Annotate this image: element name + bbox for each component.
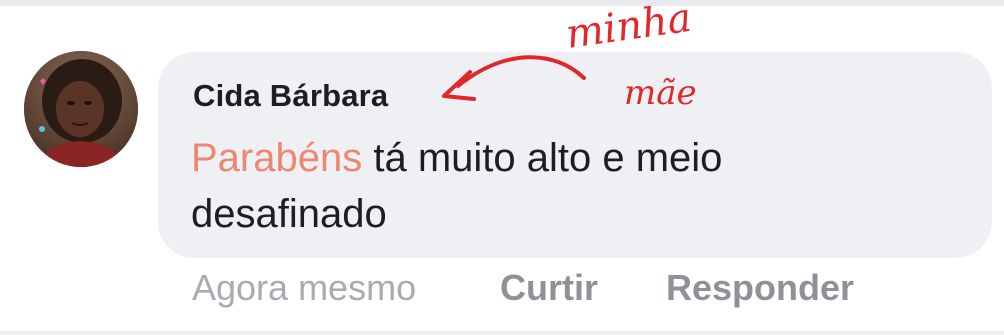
comment-highlight-word: Parabéns — [191, 136, 363, 180]
annotation-word-1: minha — [563, 0, 694, 58]
comment-text-line1: tá muito alto e meio — [362, 136, 723, 180]
reply-button[interactable]: Responder — [666, 266, 854, 310]
avatar[interactable] — [24, 51, 138, 167]
like-button[interactable]: Curtir — [500, 266, 598, 310]
comment-timestamp: Agora mesmo — [192, 267, 417, 308]
top-divider — [0, 0, 1004, 6]
avatar-photo — [24, 51, 138, 167]
comment-author-name[interactable]: Cida Bárbara — [193, 78, 388, 114]
comment-screenshot: Cida Bárbara Parabéns tá muito alto e me… — [0, 0, 1004, 335]
comment-text: Parabéns tá muito alto e meio desafinado — [191, 130, 891, 242]
comment-text-line2: desafinado — [191, 192, 387, 236]
bottom-divider — [0, 331, 1004, 335]
